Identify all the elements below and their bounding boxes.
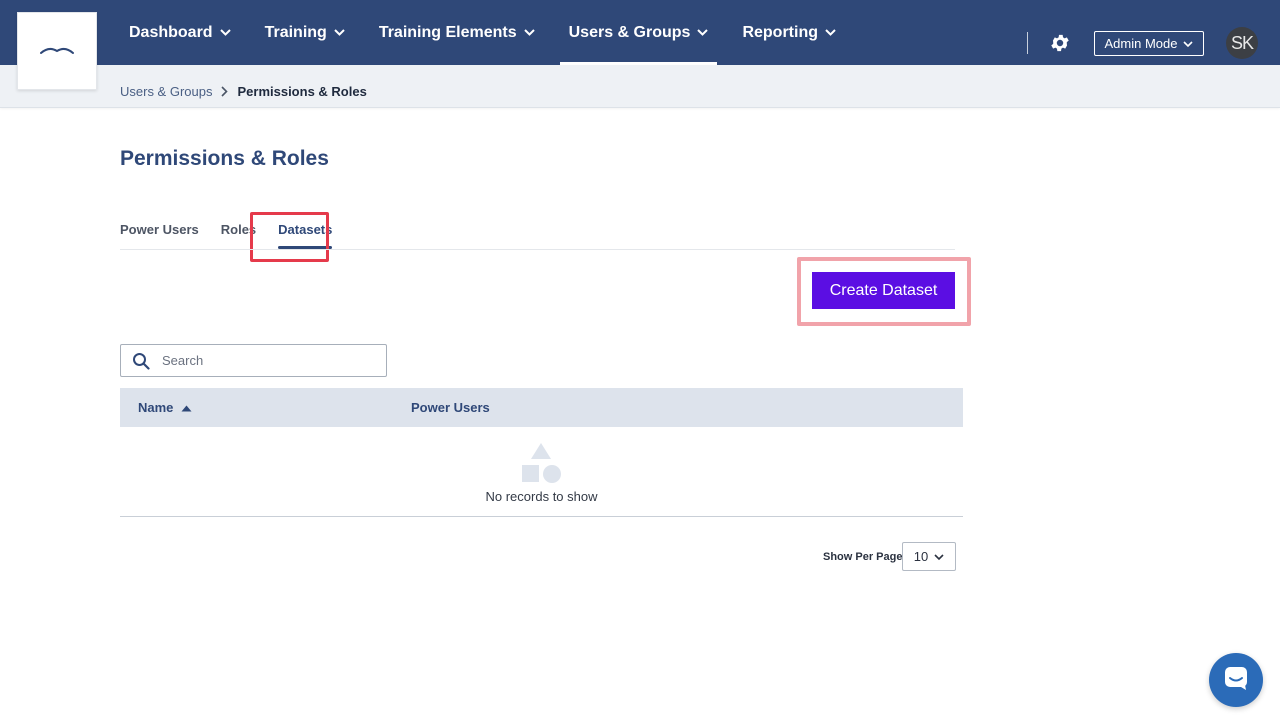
chat-icon (1223, 665, 1249, 696)
column-header-name[interactable]: Name (138, 400, 192, 415)
nav-item-training-elements[interactable]: Training Elements (370, 0, 544, 65)
breadcrumb-link-users-groups[interactable]: Users & Groups (120, 84, 212, 99)
sort-ascending-icon (181, 400, 192, 415)
admin-mode-dropdown[interactable]: Admin Mode (1094, 31, 1204, 56)
breadcrumb-current: Permissions & Roles (237, 84, 367, 99)
tab-bar: Power Users Roles Datasets (120, 222, 354, 249)
column-header-power-users[interactable]: Power Users (411, 400, 490, 415)
breadcrumb-bar: Users & Groups Permissions & Roles (0, 65, 1280, 108)
top-navigation-bar: Dashboard Training Training Elements Use… (0, 0, 1280, 65)
main-nav: Dashboard Training Training Elements Use… (120, 0, 861, 65)
logo-icon (39, 42, 75, 60)
page-title: Permissions & Roles (120, 147, 329, 170)
nav-item-label: Reporting (742, 23, 818, 41)
table-bottom-divider (120, 516, 963, 517)
empty-shapes-icon (521, 442, 563, 489)
chevron-right-icon (221, 86, 229, 97)
per-page-label: Show Per Page (823, 551, 903, 563)
search-icon (132, 352, 150, 370)
chevron-down-icon (334, 29, 345, 36)
create-dataset-button[interactable]: Create Dataset (812, 272, 955, 309)
nav-item-reporting[interactable]: Reporting (733, 0, 845, 65)
per-page-value: 10 (913, 549, 929, 564)
chevron-down-icon (1183, 36, 1194, 51)
breadcrumb: Users & Groups Permissions & Roles (120, 84, 367, 99)
tab-roles[interactable]: Roles (221, 222, 256, 245)
tabs-divider (120, 249, 955, 250)
nav-item-users-groups[interactable]: Users & Groups (559, 0, 718, 65)
nav-item-training[interactable]: Training (256, 0, 354, 65)
gear-icon[interactable] (1049, 32, 1071, 54)
search-input[interactable] (162, 353, 362, 368)
chevron-down-icon (523, 29, 535, 36)
nav-divider (1027, 32, 1028, 54)
chevron-down-icon (697, 29, 709, 36)
nav-item-label: Training (264, 23, 327, 41)
chevron-down-icon (934, 549, 944, 564)
nav-item-label: Training Elements (378, 23, 517, 41)
search-box[interactable] (120, 344, 387, 377)
avatar[interactable]: SK (1226, 27, 1258, 59)
logo[interactable] (17, 12, 97, 90)
nav-item-dashboard[interactable]: Dashboard (120, 0, 240, 65)
admin-mode-label: Admin Mode (1104, 36, 1178, 51)
nav-item-label: Dashboard (129, 23, 213, 41)
nav-item-label: Users & Groups (568, 23, 691, 41)
per-page-select[interactable]: 10 (902, 542, 956, 571)
empty-state-message: No records to show (485, 489, 598, 504)
tab-power-users[interactable]: Power Users (120, 222, 199, 245)
tab-datasets[interactable]: Datasets (278, 222, 333, 249)
avatar-initials: SK (1230, 32, 1254, 53)
chevron-down-icon (219, 29, 231, 36)
table-header: Name Power Users (120, 388, 963, 427)
chat-launcher-button[interactable] (1209, 653, 1263, 707)
chevron-down-icon (825, 29, 836, 36)
column-header-label: Name (138, 400, 174, 415)
